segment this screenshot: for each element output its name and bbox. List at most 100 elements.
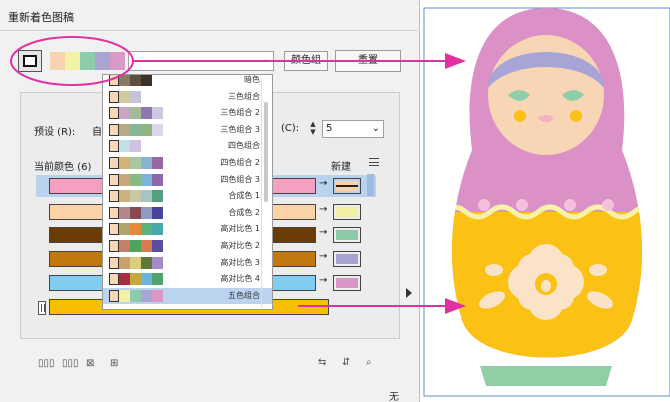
- harmony-option[interactable]: 三色组合: [103, 89, 272, 105]
- preset-value[interactable]: 自: [92, 123, 102, 138]
- doll-dot: [602, 199, 614, 211]
- new-color-fill: [336, 254, 358, 264]
- swatch-chip: [119, 190, 130, 203]
- screenshot-stage: 重新着色图稿 ⌄ 颜色组 重置 预设 (R): 自 (C): ▲ ▼ 5 ⌄ 当前颜…: [0, 0, 670, 402]
- new-color-swatch[interactable]: [333, 204, 361, 220]
- mapping-arrow-icon[interactable]: →: [319, 178, 327, 189]
- matryoshka-doll[interactable]: [422, 0, 670, 402]
- mapping-arrow-icon[interactable]: →: [319, 204, 327, 215]
- harmony-option[interactable]: 三色组合 3: [103, 122, 272, 138]
- swatch-chip: [141, 273, 152, 286]
- swatch-chip: [130, 190, 141, 203]
- new-color-swatch[interactable]: [333, 275, 361, 291]
- swatch-chip: [152, 107, 163, 120]
- swatch-chip: [152, 240, 163, 252]
- swatch-chip: [119, 75, 130, 86]
- option-swatches: [109, 157, 163, 169]
- swatch-chip: [109, 223, 119, 236]
- row-scroll-handle[interactable]: [367, 174, 374, 196]
- harmony-color-chips[interactable]: [50, 52, 125, 70]
- find-color-icon[interactable]: ⌕: [366, 357, 372, 368]
- harmony-chip[interactable]: [65, 52, 80, 70]
- exclude-colors-icon[interactable]: ⊠: [86, 358, 94, 369]
- new-color-swatch[interactable]: [333, 227, 361, 243]
- new-color-swatch[interactable]: [333, 251, 361, 267]
- option-label: 四色组合 3: [220, 174, 260, 184]
- option-label: 三色组合 2: [220, 108, 260, 118]
- chevron-down-icon[interactable]: ⌄: [372, 121, 380, 137]
- swatch-chip: [109, 140, 119, 153]
- mapping-arrow-icon[interactable]: →: [319, 275, 327, 286]
- new-color-swatch[interactable]: [333, 178, 361, 194]
- harmony-option[interactable]: 合成色 2: [103, 205, 272, 221]
- harmony-option[interactable]: 高对比色 2: [103, 238, 272, 254]
- grip-icon[interactable]: [38, 301, 46, 315]
- separate-colors-icon[interactable]: ▯▯▯: [62, 358, 79, 369]
- randomize-order-icon[interactable]: ⇆: [318, 357, 326, 368]
- harmony-option[interactable]: 高对比色 3: [103, 255, 272, 271]
- chevron-down-icon[interactable]: ⌄: [262, 54, 270, 65]
- swatch-chip: [119, 223, 130, 236]
- harmony-rules-combo[interactable]: ⌄: [128, 51, 274, 71]
- colors-stepper[interactable]: ▲ ▼: [308, 120, 318, 138]
- harmony-option[interactable]: 四色组合 2: [103, 155, 272, 171]
- doll-base: [480, 366, 612, 386]
- reset-button[interactable]: 重置: [335, 50, 401, 72]
- swatch-chip: [130, 123, 141, 136]
- swatch-chip: [119, 123, 130, 136]
- swatch-chip: [130, 157, 141, 169]
- colors-count-input[interactable]: 5 ⌄: [322, 120, 384, 138]
- harmony-option[interactable]: 暗色: [103, 75, 272, 88]
- dropdown-scrollbar[interactable]: [261, 78, 270, 308]
- option-swatches: [109, 240, 163, 252]
- harmony-chip[interactable]: [110, 52, 125, 70]
- swatch-chip: [130, 256, 141, 269]
- swatch-chip: [119, 256, 130, 269]
- swatch-chip: [119, 289, 130, 302]
- swatch-chip: [109, 206, 119, 219]
- swatch-chip: [141, 240, 152, 252]
- swatch-chip: [130, 273, 141, 286]
- harmony-option[interactable]: 四色组合 3: [103, 172, 272, 188]
- expand-panel-icon[interactable]: [406, 288, 412, 298]
- harmony-option[interactable]: 高对比色 1: [103, 221, 272, 237]
- harmony-option[interactable]: 高对比色 4: [103, 271, 272, 287]
- randomize-saturation-icon[interactable]: ⇵: [342, 357, 350, 368]
- option-label: 三色组合: [228, 91, 260, 101]
- color-harmony-dropdown[interactable]: 暗色三色组合三色组合 2 三色组合 3 四色组合 四色组合 2 四色组合 3 合成色 1 合…: [102, 74, 273, 310]
- colors-count-value: 5: [326, 123, 333, 134]
- merge-colors-icon[interactable]: ▯▯▯: [38, 358, 55, 369]
- hamburger-menu-icon[interactable]: [369, 158, 379, 166]
- doll-dot: [564, 199, 576, 211]
- option-swatches: [109, 206, 163, 219]
- option-swatches: [109, 190, 163, 203]
- option-swatches: [109, 273, 163, 286]
- harmony-chip[interactable]: [50, 52, 65, 70]
- swatch-chip: [109, 273, 119, 286]
- harmony-option[interactable]: 五色组合: [103, 287, 272, 304]
- mapping-arrow-icon[interactable]: →: [319, 227, 327, 238]
- new-colors-label: 新建: [331, 162, 351, 173]
- option-label: 五色组合: [228, 290, 260, 300]
- scrollbar-thumb[interactable]: [264, 102, 268, 202]
- harmony-option[interactable]: 四色组合: [103, 138, 272, 154]
- doll-cheek-right: [570, 110, 582, 122]
- harmony-chip[interactable]: [95, 52, 110, 70]
- selected-marker: [336, 185, 358, 187]
- active-swatch-frame[interactable]: [18, 50, 42, 72]
- option-swatches: [109, 223, 163, 236]
- new-row-icon[interactable]: ⊞: [110, 358, 118, 369]
- swatch-chip: [119, 157, 130, 169]
- swatch-chip: [152, 206, 163, 219]
- harmony-chip[interactable]: [80, 52, 95, 70]
- swatch-chip: [109, 75, 119, 86]
- swatch-chip: [109, 123, 119, 136]
- harmony-option[interactable]: 合成色 1: [103, 188, 272, 204]
- swatch-chip: [141, 256, 152, 269]
- mapping-arrow-icon[interactable]: →: [319, 251, 327, 262]
- swatch-chip: [130, 223, 141, 236]
- color-group-button[interactable]: 颜色组: [284, 51, 328, 71]
- dialog-title: 重新着色图稿: [8, 11, 74, 24]
- harmony-option[interactable]: 三色组合 2: [103, 105, 272, 121]
- swatch-chip: [119, 206, 130, 219]
